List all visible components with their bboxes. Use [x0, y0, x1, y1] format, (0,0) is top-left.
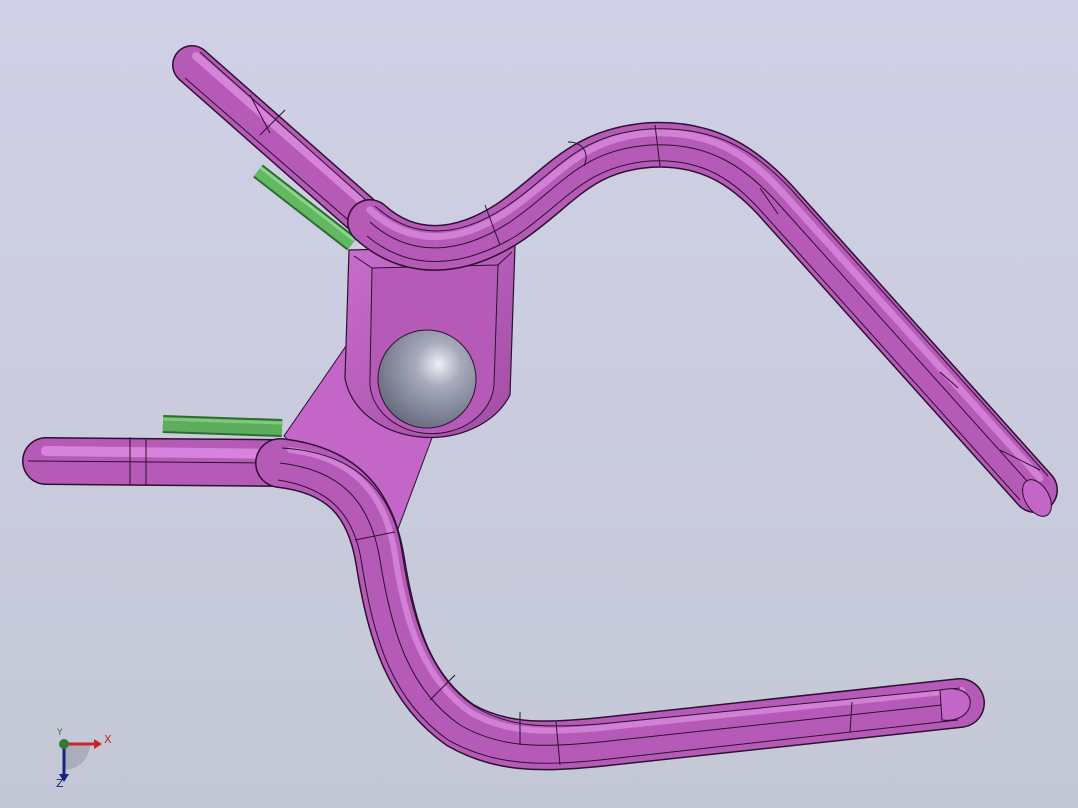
- cad-viewport[interactable]: X Y Z: [0, 0, 1078, 808]
- triad-shadow: [64, 744, 90, 770]
- axis-triad: X Y Z: [50, 728, 120, 792]
- y-axis-dot: [59, 739, 69, 749]
- x-axis-arrowhead: [94, 739, 102, 749]
- lower-jaw-arm[interactable]: [22, 437, 304, 487]
- model-scene[interactable]: [0, 0, 1078, 808]
- pivot-ball[interactable]: [377, 329, 477, 429]
- y-axis-label: Y: [57, 728, 63, 738]
- pin-lower[interactable]: [162, 415, 283, 437]
- x-axis-label: X: [104, 733, 112, 746]
- z-axis-label: Z: [56, 777, 64, 790]
